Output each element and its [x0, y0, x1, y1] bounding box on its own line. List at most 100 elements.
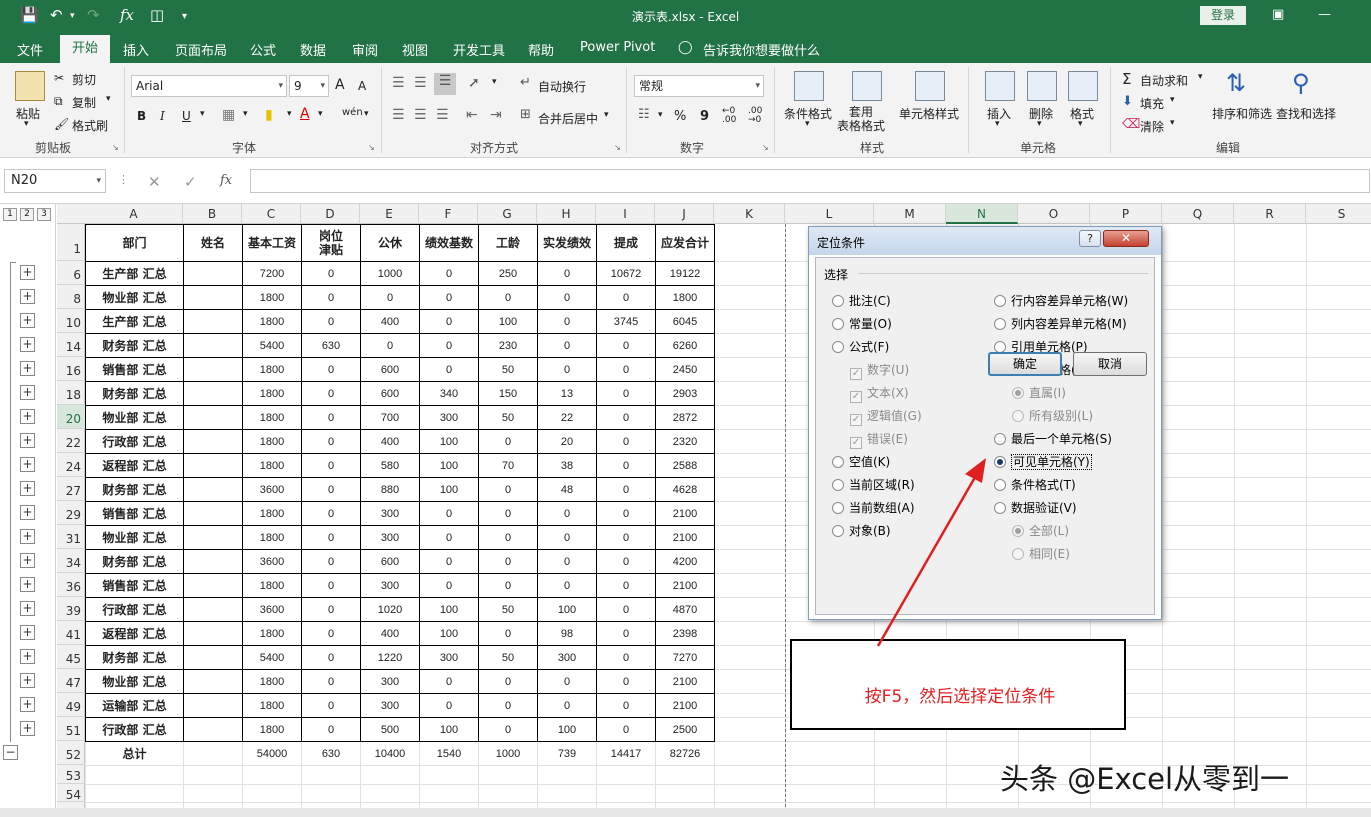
border-dropdown-icon[interactable]: ▾: [243, 109, 248, 119]
outline-level-1-button[interactable]: 1: [3, 208, 17, 221]
row-header-24[interactable]: 24: [57, 453, 85, 477]
value-cell[interactable]: 2872: [655, 405, 715, 430]
value-cell[interactable]: 0: [596, 501, 656, 526]
value-cell[interactable]: 1000: [360, 261, 420, 286]
radio-icon[interactable]: [994, 433, 1006, 445]
value-cell[interactable]: 0: [301, 573, 361, 598]
name-cell[interactable]: [183, 621, 243, 646]
expand-group-button[interactable]: +: [20, 265, 35, 280]
value-cell[interactable]: 70: [478, 453, 538, 478]
value-cell[interactable]: 1800: [242, 429, 302, 454]
header-cell[interactable]: 姓名: [183, 224, 243, 262]
paste-dropdown-icon[interactable]: ▾: [24, 119, 29, 129]
expand-group-button[interactable]: +: [20, 529, 35, 544]
value-cell[interactable]: 340: [419, 381, 479, 406]
row-header-39[interactable]: 39: [57, 597, 85, 621]
option-w[interactable]: 行内容差异单元格(W): [994, 292, 1128, 309]
value-cell[interactable]: 100: [537, 597, 597, 622]
value-cell[interactable]: 4628: [655, 477, 715, 502]
value-cell[interactable]: 2500: [655, 717, 715, 742]
value-cell[interactable]: 0: [478, 525, 538, 550]
name-cell[interactable]: [183, 285, 243, 310]
value-cell[interactable]: 0: [596, 477, 656, 502]
department-cell[interactable]: 财务部 汇总: [85, 645, 184, 670]
tab-help[interactable]: 帮助: [528, 40, 554, 59]
value-cell[interactable]: 230: [478, 333, 538, 358]
value-cell[interactable]: 100: [419, 597, 479, 622]
radio-icon[interactable]: [832, 456, 844, 468]
value-cell[interactable]: 0: [478, 477, 538, 502]
percent-button[interactable]: %: [674, 109, 686, 124]
value-cell[interactable]: 1220: [360, 645, 420, 670]
header-cell[interactable]: 提成: [596, 224, 656, 262]
increase-indent-icon[interactable]: ⇥: [490, 107, 502, 123]
row-header-1[interactable]: 1: [57, 224, 85, 261]
column-header-p[interactable]: P: [1090, 204, 1162, 224]
value-cell[interactable]: 4870: [655, 597, 715, 622]
row-header-31[interactable]: 31: [57, 525, 85, 549]
option-o[interactable]: 常量(O): [832, 315, 892, 332]
name-cell[interactable]: [183, 693, 243, 718]
option-y[interactable]: 可见单元格(Y): [994, 453, 1092, 470]
name-cell[interactable]: [184, 742, 243, 766]
value-cell[interactable]: 400: [360, 429, 420, 454]
row-header-53[interactable]: 53: [57, 765, 85, 784]
value-cell[interactable]: 20: [537, 429, 597, 454]
value-cell[interactable]: 0: [596, 381, 656, 406]
value-cell[interactable]: 300: [360, 693, 420, 718]
increase-font-button[interactable]: A: [335, 77, 345, 93]
value-cell[interactable]: 500: [360, 717, 420, 742]
radio-icon[interactable]: [994, 479, 1006, 491]
value-cell[interactable]: 0: [596, 333, 656, 358]
name-cell[interactable]: [183, 405, 243, 430]
column-header-e[interactable]: E: [360, 204, 419, 224]
format-as-table-button[interactable]: 套用 表格格式: [837, 105, 885, 133]
value-cell[interactable]: 0: [596, 669, 656, 694]
value-cell[interactable]: 0: [478, 717, 538, 742]
format-as-table-icon[interactable]: [852, 71, 882, 101]
column-header-c[interactable]: C: [242, 204, 301, 224]
value-cell[interactable]: 100: [419, 477, 479, 502]
expand-group-button[interactable]: +: [20, 505, 35, 520]
department-cell[interactable]: 返程部 汇总: [85, 453, 184, 478]
expand-group-button[interactable]: +: [20, 313, 35, 328]
merge-center-button[interactable]: 合并后居中: [538, 110, 598, 127]
tell-me-search[interactable]: 告诉我你想要做什么: [703, 40, 820, 59]
value-cell[interactable]: 7270: [655, 645, 715, 670]
value-cell[interactable]: 600: [360, 549, 420, 574]
value-cell[interactable]: 48: [537, 477, 597, 502]
value-cell[interactable]: 0: [596, 429, 656, 454]
value-cell[interactable]: 0: [419, 357, 479, 382]
value-cell[interactable]: 0: [301, 381, 361, 406]
value-cell[interactable]: 1800: [242, 525, 302, 550]
value-cell[interactable]: 400: [360, 309, 420, 334]
value-cell[interactable]: 0: [301, 309, 361, 334]
autosum-dropdown-icon[interactable]: ▾: [1198, 72, 1203, 82]
radio-icon[interactable]: [832, 318, 844, 330]
value-cell[interactable]: 0: [596, 621, 656, 646]
value-cell[interactable]: 1800: [242, 405, 302, 430]
font-name-combo[interactable]: Arial ▾: [131, 75, 287, 97]
value-cell[interactable]: 0: [537, 261, 597, 286]
value-cell[interactable]: 0: [301, 693, 361, 718]
insert-dropdown-icon[interactable]: ▾: [995, 119, 1000, 129]
department-cell[interactable]: 总计: [86, 742, 184, 766]
value-cell[interactable]: 0: [360, 285, 420, 310]
value-cell[interactable]: 0: [419, 285, 479, 310]
value-cell[interactable]: 10672: [596, 261, 656, 286]
value-cell[interactable]: 0: [419, 549, 479, 574]
insert-function-button[interactable]: fx: [220, 173, 232, 188]
minimize-icon[interactable]: —: [1318, 7, 1331, 22]
radio-icon[interactable]: [994, 502, 1006, 514]
value-cell[interactable]: 0: [419, 261, 479, 286]
value-cell[interactable]: 300: [537, 645, 597, 670]
value-cell[interactable]: 1800: [242, 501, 302, 526]
clear-dropdown-icon[interactable]: ▾: [1170, 118, 1175, 128]
value-cell[interactable]: 1800: [242, 357, 302, 382]
value-cell[interactable]: 0: [478, 621, 538, 646]
header-cell[interactable]: 工龄: [478, 224, 538, 262]
column-header-g[interactable]: G: [478, 204, 537, 224]
value-cell[interactable]: 6260: [655, 333, 715, 358]
value-cell[interactable]: 0: [301, 621, 361, 646]
autosum-button[interactable]: 自动求和: [1140, 72, 1188, 89]
